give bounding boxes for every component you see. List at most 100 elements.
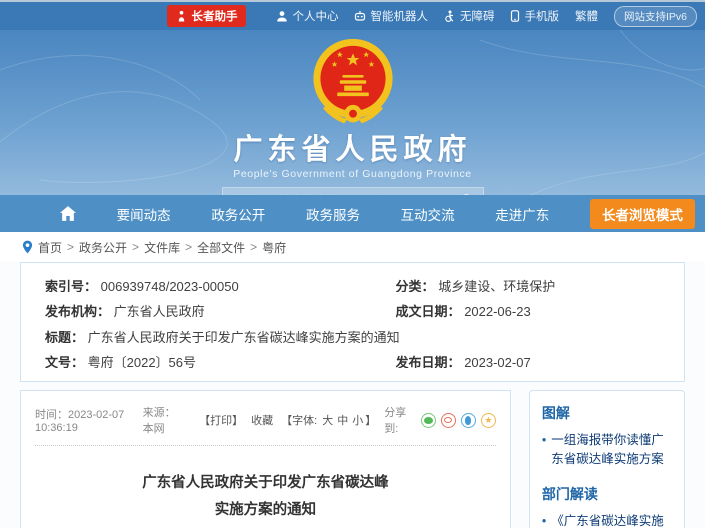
crumb-separator: > [185, 240, 192, 254]
location-pin-icon [22, 240, 33, 254]
article-title: 广东省人民政府关于印发广东省碳达峰 实施方案的通知 [35, 470, 496, 524]
meta-publish-date: 发布日期： 2023-02-07 [396, 352, 660, 368]
elder-person-icon [176, 10, 187, 22]
favorite-button[interactable]: 收藏 [251, 412, 273, 428]
page: 长者助手 个人中心 智能机器人 无障碍 手机版 繁體 网站支持IPv6 [0, 0, 705, 528]
crumb-all-files[interactable]: 全部文件 [197, 239, 245, 256]
meta-title: 标题： 广东省人民政府关于印发广东省碳达峰实施方案的通知 [45, 327, 660, 343]
meta-category-value: 城乡建设、环境保护 [438, 279, 555, 292]
robot-assistant-link[interactable]: 智能机器人 [354, 8, 428, 24]
crumb-separator: > [132, 240, 139, 254]
crumb-home[interactable]: 首页 [38, 239, 62, 256]
sidebar-heading-infographic: 图解 [542, 403, 672, 423]
nav-item-about-guangdong[interactable]: 走进广东 [495, 204, 549, 224]
robot-assistant-label: 智能机器人 [370, 8, 428, 24]
meta-agency: 发布机构： 广东省人民政府 [45, 301, 396, 317]
meta-index-label: 索引号： [45, 279, 97, 292]
font-size-prefix: 【字体: [281, 415, 317, 427]
meta-title-value: 广东省人民政府关于印发广东省碳达峰实施方案的通知 [88, 330, 400, 343]
main-nav: 要闻动态 政务公开 政务服务 互动交流 走进广东 长者浏览模式 [0, 195, 705, 232]
robot-icon [354, 10, 366, 22]
meta-publish-date-value: 2023-02-07 [464, 355, 531, 368]
user-center-link[interactable]: 个人中心 [276, 8, 338, 24]
accessibility-link[interactable]: 无障碍 [444, 8, 495, 24]
traditional-chinese-label: 繁體 [575, 8, 598, 24]
accessibility-label: 无障碍 [460, 8, 495, 24]
national-emblem [309, 36, 397, 128]
article-title-line1: 广东省人民政府关于印发广东省碳达峰 [35, 470, 496, 497]
crumb-separator: > [250, 240, 257, 254]
document-meta-card: 索引号： 006939748/2023-00050 分类： 城乡建设、环境保护 … [20, 262, 685, 382]
meta-written-date: 成文日期： 2022-06-23 [396, 301, 660, 317]
article-toolbar: 时间：2023-02-07 10:36:19 来源：本网 【打印】 收藏 【字体… [35, 401, 496, 446]
sidebar-heading-interpretation: 部门解读 [542, 484, 672, 504]
crumb-file-library[interactable]: 文件库 [144, 239, 180, 256]
font-size-small[interactable]: 小 [350, 415, 365, 427]
font-size-large[interactable]: 大 [320, 415, 335, 427]
elder-browse-mode-button[interactable]: 长者浏览模式 [590, 199, 695, 229]
search-icon [460, 193, 475, 195]
meta-index-value: 006939748/2023-00050 [101, 279, 239, 292]
article-title-line2: 实施方案的通知 [35, 497, 496, 524]
meta-written-date-value: 2022-06-23 [464, 304, 531, 317]
meta-agency-label: 发布机构： [45, 304, 110, 317]
breadcrumb: 首页 > 政务公开 > 文件库 > 全部文件 > 粤府 [0, 232, 705, 262]
search-button[interactable] [453, 188, 483, 195]
wechat-share-icon[interactable] [421, 413, 436, 428]
site-header: 广东省人民政府 People's Government of Guangdong… [0, 30, 705, 195]
meta-category: 分类： 城乡建设、环境保护 [396, 276, 660, 292]
elder-helper-button[interactable]: 长者助手 [167, 5, 246, 27]
meta-doc-no-label: 文号： [45, 355, 84, 368]
site-title: 广东省人民政府 [0, 135, 705, 165]
mobile-version-label: 手机版 [524, 8, 559, 24]
search-box [222, 187, 484, 195]
bullet-icon: • [542, 431, 546, 470]
accessibility-icon [444, 10, 456, 22]
article-card: 时间：2023-02-07 10:36:19 来源：本网 【打印】 收藏 【字体… [20, 390, 511, 528]
article-source: 来源：本网 [143, 404, 184, 436]
sidebar-link-interpretation[interactable]: • 《广东省碳达峰实施方案》解读 [542, 512, 672, 528]
qzone-share-icon[interactable]: ★ [481, 413, 496, 428]
nav-home[interactable] [60, 206, 76, 221]
user-icon [276, 10, 288, 22]
sidebar-link-infographic-label: 一组海报带你读懂广东省碳达峰实施方案 [551, 431, 672, 470]
font-size-suffix: 】 [365, 415, 376, 427]
font-size-medium[interactable]: 中 [335, 415, 350, 427]
bullet-icon: • [542, 512, 546, 528]
crumb-yuefu[interactable]: 粤府 [262, 239, 286, 256]
meta-written-date-label: 成文日期： [396, 304, 461, 317]
weibo-share-icon[interactable] [441, 413, 456, 428]
meta-doc-no-value: 粤府〔2022〕56号 [88, 355, 196, 368]
meta-index-no: 索引号： 006939748/2023-00050 [45, 276, 396, 292]
content-row: 时间：2023-02-07 10:36:19 来源：本网 【打印】 收藏 【字体… [20, 390, 685, 528]
elder-helper-label: 长者助手 [191, 8, 237, 24]
sidebar-section-infographic: 图解 • 一组海报带你读懂广东省碳达峰实施方案 [542, 403, 672, 470]
site-subtitle: People's Government of Guangdong Provinc… [0, 168, 705, 180]
user-center-label: 个人中心 [292, 8, 338, 24]
mobile-version-link[interactable]: 手机版 [510, 8, 559, 24]
share-icons: ★ [421, 413, 496, 428]
nav-item-interaction[interactable]: 互动交流 [401, 204, 455, 224]
crumb-gov-affairs[interactable]: 政务公开 [79, 239, 127, 256]
meta-agency-value: 广东省人民政府 [114, 304, 205, 317]
sidebar-link-infographic[interactable]: • 一组海报带你读懂广东省碳达峰实施方案 [542, 431, 672, 470]
meta-title-label: 标题： [45, 330, 84, 343]
nav-item-gov-affairs[interactable]: 政务公开 [211, 204, 265, 224]
traditional-chinese-link[interactable]: 繁體 [575, 8, 598, 24]
related-sidebar: 图解 • 一组海报带你读懂广东省碳达峰实施方案 部门解读 • 《广东省碳达峰实施… [529, 390, 685, 528]
font-size-control: 【字体: 大中小】 [281, 412, 376, 428]
nav-item-news[interactable]: 要闻动态 [117, 204, 171, 224]
sidebar-link-interpretation-label: 《广东省碳达峰实施方案》解读 [551, 512, 672, 528]
meta-category-label: 分类： [396, 279, 435, 292]
sidebar-section-interpretation: 部门解读 • 《广东省碳达峰实施方案》解读 [542, 484, 672, 528]
ipv6-badge: 网站支持IPv6 [614, 6, 697, 27]
top-utility-bar: 长者助手 个人中心 智能机器人 无障碍 手机版 繁體 网站支持IPv6 [0, 0, 705, 30]
home-icon [60, 206, 76, 221]
qq-share-icon[interactable] [461, 413, 476, 428]
print-button[interactable]: 【打印】 [199, 412, 243, 428]
nav-item-services[interactable]: 政务服务 [306, 204, 360, 224]
meta-publish-date-label: 发布日期： [396, 355, 461, 368]
meta-doc-no: 文号： 粤府〔2022〕56号 [45, 352, 396, 368]
article-time: 时间：2023-02-07 10:36:19 [35, 406, 135, 434]
search-input[interactable] [223, 194, 453, 195]
